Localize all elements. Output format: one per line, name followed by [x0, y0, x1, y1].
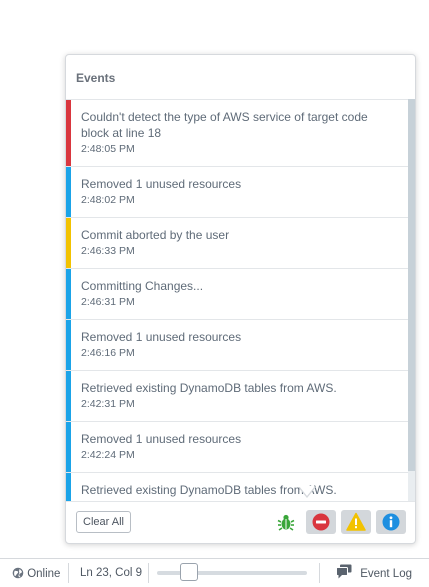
- event-time: 2:46:33 PM: [81, 245, 135, 257]
- clear-all-button[interactable]: Clear All: [76, 511, 131, 533]
- event-level-bar: [66, 422, 71, 472]
- info-icon: [382, 513, 400, 531]
- event-time: 2:46:31 PM: [81, 296, 135, 308]
- event-message: Committing Changes...: [81, 279, 204, 293]
- event-item[interactable]: Removed 1 unused resources 2:46:16 PM: [66, 320, 408, 371]
- cursor-position[interactable]: Ln 23, Col 9: [80, 567, 142, 579]
- chat-bubble-icon: [336, 564, 352, 579]
- info-filter-toggle[interactable]: [376, 510, 406, 534]
- event-item[interactable]: Couldn't detect the type of AWS service …: [66, 100, 408, 167]
- popup-title: Events: [76, 71, 116, 85]
- event-message: Removed 1 unused resources: [81, 432, 242, 446]
- event-level-bar: [66, 473, 71, 502]
- event-time: 2:42:24 PM: [81, 449, 135, 461]
- event-time: 2:48:02 PM: [81, 194, 135, 206]
- popup-pointer: [299, 486, 315, 496]
- zoom-slider-thumb[interactable]: [180, 563, 198, 581]
- error-icon: [312, 513, 330, 531]
- popup-footer: Clear All: [66, 501, 415, 544]
- event-item[interactable]: Committing Changes... 2:46:31 PM: [66, 269, 408, 320]
- event-level-bar: [66, 218, 71, 268]
- event-message: Commit aborted by the user: [81, 228, 230, 242]
- event-level-bar: [66, 320, 71, 370]
- event-message: Removed 1 unused resources: [81, 177, 242, 191]
- event-message: Retrieved existing DynamoDB tables from …: [81, 381, 337, 395]
- event-time: 2:48:05 PM: [81, 143, 135, 155]
- online-label: Online: [27, 568, 61, 580]
- warning-filter-toggle[interactable]: [341, 510, 371, 534]
- events-popup: Events Couldn't detect the type of AWS s…: [65, 54, 416, 544]
- event-time: 2:46:16 PM: [81, 347, 135, 359]
- online-status[interactable]: Online: [12, 567, 60, 580]
- event-log-button[interactable]: Event Log: [336, 564, 412, 580]
- status-bar: Online Ln 23, Col 9 Event Log: [0, 558, 429, 587]
- event-item[interactable]: Commit aborted by the user 2:46:33 PM: [66, 218, 408, 269]
- event-message: Couldn't detect the type of AWS service …: [81, 110, 368, 140]
- event-level-bar: [66, 100, 71, 166]
- status-divider: [319, 563, 320, 583]
- event-item[interactable]: Removed 1 unused resources 2:48:02 PM: [66, 167, 408, 218]
- event-item[interactable]: Retrieved existing DynamoDB tables from …: [66, 473, 408, 502]
- event-item[interactable]: Retrieved existing DynamoDB tables from …: [66, 371, 408, 422]
- globe-icon: [12, 567, 24, 579]
- event-level-bar: [66, 269, 71, 319]
- status-divider: [68, 563, 69, 583]
- event-message: Removed 1 unused resources: [81, 330, 242, 344]
- event-log-label: Event Log: [360, 568, 412, 580]
- event-list: Couldn't detect the type of AWS service …: [66, 99, 408, 502]
- event-level-bar: [66, 167, 71, 217]
- warning-icon: [346, 512, 366, 531]
- bug-icon: [277, 514, 295, 531]
- error-filter-toggle[interactable]: [306, 510, 336, 534]
- status-divider: [148, 563, 149, 583]
- event-list-scrollbar[interactable]: [408, 99, 415, 501]
- event-time: 2:42:31 PM: [81, 398, 135, 410]
- event-item[interactable]: Removed 1 unused resources 2:42:24 PM: [66, 422, 408, 473]
- scrollbar-thumb[interactable]: [408, 99, 415, 471]
- bug-filter-toggle[interactable]: [271, 510, 301, 534]
- event-level-bar: [66, 371, 71, 421]
- event-message: Retrieved existing DynamoDB tables from …: [81, 483, 337, 497]
